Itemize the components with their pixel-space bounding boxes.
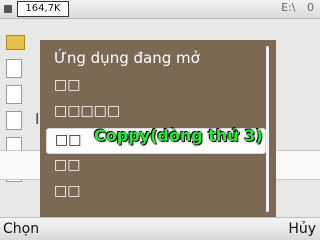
menu-item[interactable]: □□ <box>54 157 80 173</box>
list-item-label: I <box>35 110 40 128</box>
menu-item-label: □□ <box>55 132 82 148</box>
select-softkey[interactable]: Chọn <box>3 221 39 237</box>
file-icon <box>6 111 22 130</box>
cancel-softkey[interactable]: Hủy <box>288 221 316 237</box>
file-icon <box>6 85 22 104</box>
drive-indicator: E:\ <box>281 1 296 14</box>
status-bar: 164,7K E:\ 0 <box>0 0 320 19</box>
file-icon <box>6 59 22 78</box>
folder-icon <box>6 35 25 50</box>
popup-title: Ứng dụng đang mở <box>54 49 200 67</box>
status-icons: E:\ 0 <box>273 1 314 14</box>
status-icon: 0 <box>307 1 314 14</box>
drag-handle-icon[interactable] <box>4 5 12 13</box>
menu-item[interactable]: □□ <box>54 183 80 199</box>
menu-item[interactable]: □□ <box>54 77 80 93</box>
softkey-bar: Chọn Hủy <box>0 217 320 240</box>
menu-item[interactable]: □□□□□ <box>54 103 120 119</box>
memory-indicator: 164,7K <box>17 1 69 17</box>
annotation-text: Coppy(dòng thứ 3) <box>94 126 263 145</box>
scrollbar[interactable] <box>266 46 269 212</box>
